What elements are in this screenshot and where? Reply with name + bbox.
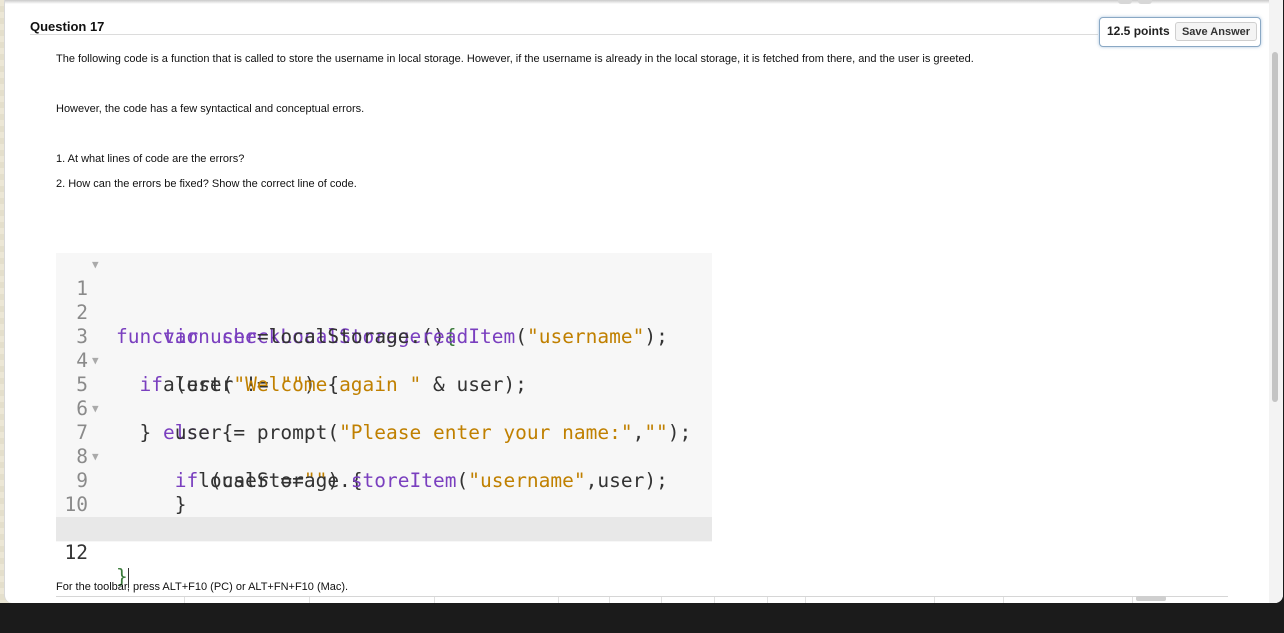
- question-errors-note: However, the code has a few syntactical …: [56, 103, 365, 115]
- toolbar-cell[interactable]: [661, 597, 662, 603]
- code-line-8: 8 localStorage.storeItem("username",user…: [56, 421, 712, 492]
- toolbar-cell[interactable]: [309, 597, 310, 603]
- code-line-1: 1 ▼ function checkLocalStorage(){: [56, 253, 712, 348]
- code-line-3: 3 ▼ if (user != "") {: [56, 301, 712, 396]
- toolbar-hint: For the toolbar, press ALT+F10 (PC) or A…: [56, 581, 349, 593]
- question-description: The following code is a function that is…: [56, 53, 974, 65]
- toolbar-cell[interactable]: [184, 597, 185, 603]
- top-tab-chip: [1118, 0, 1132, 4]
- top-shadow: [5, 0, 1283, 4]
- toolbar-cell[interactable]: [714, 597, 715, 603]
- question-title: Question 17: [30, 19, 105, 34]
- toolbar-cell[interactable]: [558, 597, 559, 603]
- toolbar-cell[interactable]: [609, 597, 610, 603]
- sub-question-1: 1. At what lines of code are the errors?: [56, 153, 245, 165]
- editor-toolbar[interactable]: [56, 596, 1228, 603]
- top-tab-chip: [1138, 0, 1152, 4]
- code-line-7: 7 ▼ if (user =="") {: [56, 397, 712, 492]
- toolbar-cell[interactable]: [767, 597, 768, 603]
- title-divider: [30, 34, 1098, 35]
- save-answer-button[interactable]: Save Answer: [1175, 22, 1257, 41]
- points-box: 12.5 points Save Answer: [1099, 17, 1261, 47]
- code-line-6: 6 user = prompt("Please enter your name:…: [56, 373, 712, 444]
- points-value: 12.5 points: [1107, 24, 1170, 38]
- page-scrollbar[interactable]: [1272, 52, 1278, 402]
- code-line-12[interactable]: 12 }: [56, 517, 712, 588]
- code-line-11: 11: [56, 493, 712, 540]
- code-block: 1 ▼ function checkLocalStorage(){ 2 var …: [56, 253, 712, 588]
- toolbar-cell[interactable]: [434, 597, 435, 603]
- toolbar-cell[interactable]: [1132, 597, 1133, 603]
- sub-question-2: 2. How can the errors be fixed? Show the…: [56, 178, 357, 190]
- question-page: Question 17 12.5 points Save Answer The …: [4, 0, 1283, 603]
- code-line-2: 2 var user=localStorage.readItem("userna…: [56, 277, 712, 348]
- toolbar-scroll-handle[interactable]: [1136, 596, 1166, 601]
- code-line-9: 9 }: [56, 445, 712, 516]
- code-line-4: 4 alert("Welcome again " & user);: [56, 325, 712, 396]
- toolbar-cell[interactable]: [934, 597, 935, 603]
- code-line-5: 5 ▼ } else {: [56, 349, 712, 444]
- code-line-10: 10 }: [56, 469, 712, 540]
- line-number: 12: [64, 541, 88, 564]
- toolbar-cell[interactable]: [1003, 597, 1004, 603]
- toolbar-cell[interactable]: [805, 597, 806, 603]
- fold-arrow-icon[interactable]: ▼: [92, 253, 99, 277]
